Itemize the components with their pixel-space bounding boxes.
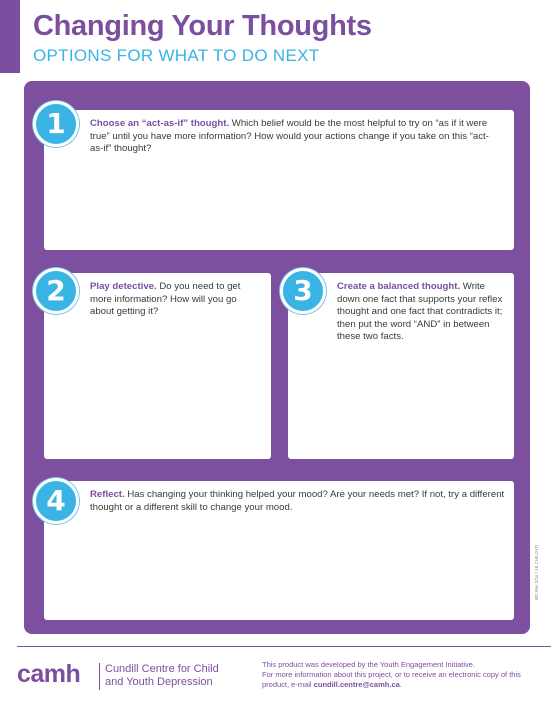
step-3-number-badge: 3 xyxy=(280,268,326,314)
centre-name: Cundill Centre for Child and Youth Depre… xyxy=(105,663,219,689)
step-2-number: 2 xyxy=(46,274,66,307)
step-4-text: Reflect. Has changing your thinking help… xyxy=(90,489,505,514)
camh-logo: camh xyxy=(17,660,81,688)
header-accent-bar xyxy=(0,0,20,73)
credit-line-1: This product was developed by the Youth … xyxy=(262,660,476,669)
step-1-number: 1 xyxy=(46,107,66,140)
step-2-number-badge: 2 xyxy=(33,268,79,314)
page-title: Changing Your Thoughts xyxy=(33,10,372,42)
credit-line-2: For more information about this project,… xyxy=(262,670,547,690)
step-3-number: 3 xyxy=(293,274,313,307)
step-4-body: Has changing your thinking helped your m… xyxy=(90,489,505,513)
step-3-text: Create a balanced thought. Write down on… xyxy=(337,281,509,344)
step-1-lead: Choose an “act-as-if” thought. xyxy=(90,118,230,129)
credit-line-end: . xyxy=(399,680,402,689)
document-code: BD Res 2/16 / 18 CHILDYD xyxy=(534,544,539,600)
page-subtitle: OPTIONS FOR WHAT TO DO NEXT xyxy=(33,46,320,65)
footer-divider xyxy=(17,646,551,647)
step-4-number-badge: 4 xyxy=(33,478,79,524)
credit-email-link[interactable]: cundill.centre@camh.ca xyxy=(314,680,400,689)
centre-name-line-1: Cundill Centre for Child xyxy=(105,663,219,675)
logo-divider xyxy=(99,663,100,690)
step-1-text: Choose an “act-as-if” thought. Which bel… xyxy=(90,118,500,156)
step-3-lead: Create a balanced thought. xyxy=(337,281,461,292)
step-1-number-badge: 1 xyxy=(33,101,79,147)
step-2-lead: Play detective. xyxy=(90,281,157,292)
step-4-lead: Reflect. xyxy=(90,489,125,500)
step-4-number: 4 xyxy=(46,484,66,517)
credit-text: This product was developed by the Youth … xyxy=(262,660,547,690)
centre-name-line-2: and Youth Depression xyxy=(105,676,213,688)
step-2-text: Play detective. Do you need to get more … xyxy=(90,281,262,319)
